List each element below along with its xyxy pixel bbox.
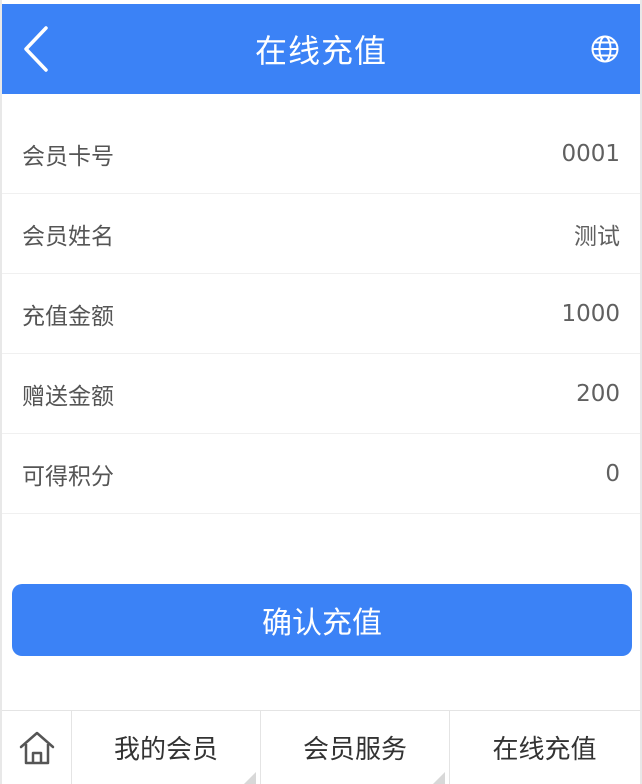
field-label: 充值金额	[22, 303, 114, 330]
field-label: 可得积分	[22, 463, 114, 490]
bottom-tab-bar: 我的会员 会员服务 在线充值	[2, 710, 640, 784]
confirm-recharge-button[interactable]: 确认充值	[12, 584, 632, 656]
points-earned-row: 可得积分 0	[2, 434, 640, 514]
recharge-page: 在线充值 会员卡号 0001 会员姓名 测试 充值金额 1000 赠送金额 20…	[0, 0, 642, 784]
field-label: 会员卡号	[22, 143, 114, 170]
card-number-value: 0001	[561, 140, 620, 167]
field-label: 会员姓名	[22, 223, 114, 250]
bonus-amount-row: 赠送金额 200	[2, 354, 640, 434]
tab-my-membership[interactable]: 我的会员	[72, 711, 261, 784]
tab-label: 我的会员	[113, 735, 218, 765]
recharge-amount-row: 充值金额 1000	[2, 274, 640, 354]
tab-label: 会员服务	[302, 735, 407, 765]
tab-online-recharge[interactable]: 在线充值	[450, 711, 639, 784]
member-name-row: 会员姓名 测试	[2, 194, 640, 274]
submenu-indicator	[244, 772, 256, 784]
page-title: 在线充值	[254, 32, 387, 70]
bonus-amount-value: 200	[576, 380, 620, 407]
globe-icon[interactable]	[590, 34, 620, 64]
field-label: 赠送金额	[22, 383, 114, 410]
header-bar: 在线充值	[2, 4, 640, 94]
member-info-list: 会员卡号 0001 会员姓名 测试 充值金额 1000 赠送金额 200 可得积…	[2, 114, 640, 514]
tab-home[interactable]	[2, 711, 72, 784]
card-number-row: 会员卡号 0001	[2, 114, 640, 194]
chevron-left-icon[interactable]	[18, 24, 54, 74]
home-icon	[19, 731, 54, 764]
recharge-amount-value: 1000	[561, 300, 620, 327]
points-earned-value: 0	[605, 460, 620, 487]
tab-member-services[interactable]: 会员服务	[261, 711, 450, 784]
tab-label: 在线充值	[492, 735, 597, 765]
submenu-indicator	[433, 772, 445, 784]
member-name-value: 测试	[574, 223, 620, 250]
